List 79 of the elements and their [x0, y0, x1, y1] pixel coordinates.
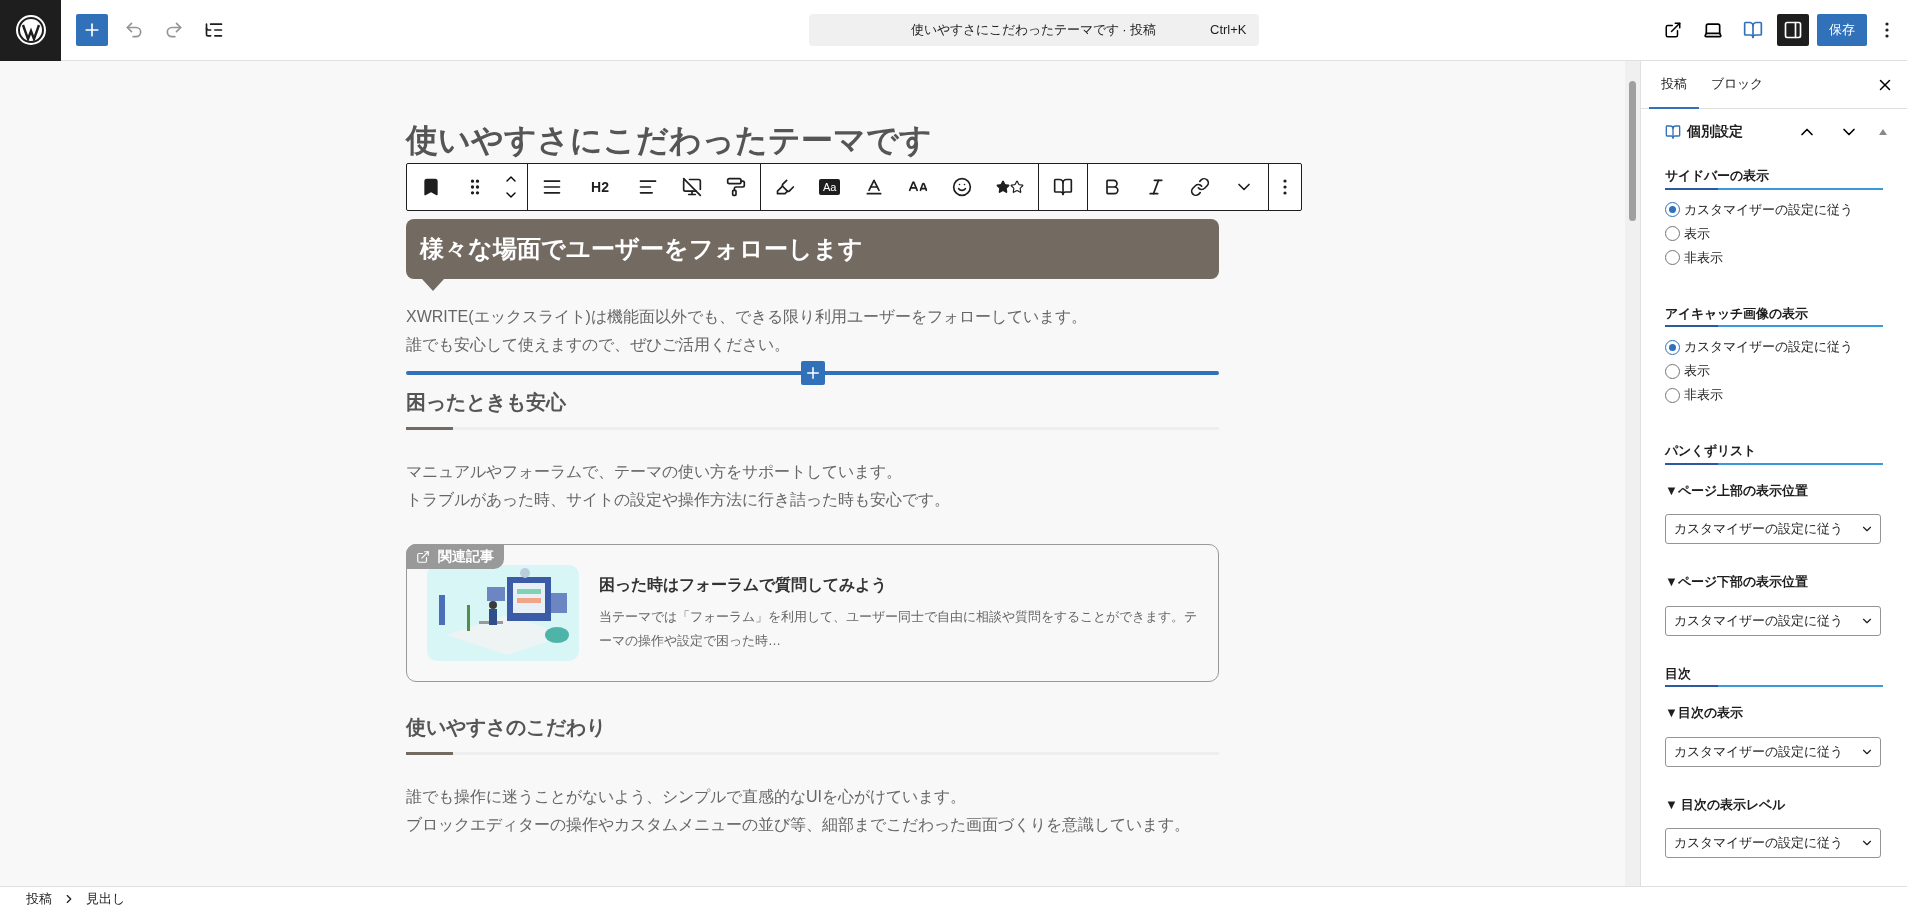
balloon-heading: 様々な場面でユーザーをフォローします	[406, 219, 1219, 279]
smiley-icon	[952, 177, 973, 197]
section-heading: 使いやすさのこだわり	[406, 715, 607, 740]
sidebar-icon	[1783, 20, 1803, 40]
radio-option[interactable]: 表示	[1665, 359, 1883, 383]
laptop-icon	[1703, 20, 1723, 40]
book-icon	[1053, 177, 1074, 197]
article-title: 困った時はフォーラムで質問してみよう	[599, 575, 888, 596]
radio-option[interactable]: 非表示	[1665, 383, 1883, 407]
article-excerpt: 当テーマでは「フォーラム」を利用して、ユーザー同士で自由に相談や質問をすることができます。テーマの操作や設定で困った時…	[599, 608, 1198, 650]
related-badge: 関連記事	[406, 544, 504, 569]
sidebar-tab[interactable]: ブロック	[1699, 60, 1775, 109]
add-block-button[interactable]	[800, 361, 825, 385]
section-title: アイキャッチ画像の表示	[1665, 304, 1809, 323]
hidden-device-icon	[682, 177, 702, 197]
field-label: ▼目次の表示	[1665, 704, 1744, 722]
text-style-label: Aa	[819, 178, 841, 196]
field-label: ▼ページ上部の表示位置	[1665, 481, 1809, 500]
select-field[interactable]: カスタマイザーの設定に従う	[1665, 828, 1881, 858]
paragraph-line: XWRITE(エックスライト)は機能面以外でも、できる限り利用ユーザーをフォローしています。	[406, 307, 1088, 327]
align-icon	[542, 177, 562, 197]
select-field[interactable]: カスタマイザーの設定に従う	[1665, 605, 1881, 636]
external-link-icon	[1664, 21, 1682, 39]
radio-label: 表示	[1684, 224, 1710, 243]
triangle-icon	[1879, 128, 1887, 135]
select-field[interactable]: カスタマイザーの設定に従う	[1665, 736, 1881, 767]
radio-label: カスタマイザーの設定に従う	[1684, 338, 1853, 357]
heading-level-button[interactable]: H2	[574, 164, 626, 210]
paint-roller-icon	[726, 177, 746, 197]
undo-icon	[124, 20, 144, 40]
more-options-icon	[1885, 22, 1889, 38]
section-heading: 困ったときも安心	[406, 390, 567, 415]
section-title: パンくずリスト	[1665, 442, 1757, 460]
paragraph-line: ブロックエディターの操作やカスタムメニューの並び等、細部までこだわった画面づくりを意識しています。	[406, 815, 1191, 835]
link-icon	[1190, 177, 1211, 197]
wordpress-logo[interactable]	[0, 0, 61, 61]
field-label: ▼ 目次の表示レベル	[1665, 795, 1787, 814]
radio-label: 非表示	[1684, 386, 1723, 405]
breadcrumb-item[interactable]: 投稿	[26, 888, 52, 909]
stars-icon	[996, 180, 1025, 194]
list-view-icon	[204, 20, 224, 40]
radio-option[interactable]: カスタマイザーの設定に従う	[1665, 197, 1883, 222]
radio-option[interactable]: 非表示	[1665, 245, 1883, 270]
section-title: 目次	[1665, 664, 1692, 683]
text-style-button[interactable]: Aa	[807, 164, 853, 210]
scrollbar[interactable]	[1625, 61, 1640, 886]
external-link-icon	[416, 549, 430, 564]
select-field[interactable]: カスタマイザーの設定に従う	[1665, 514, 1881, 544]
radio-label: 表示	[1684, 362, 1710, 381]
command-title: 使いやすさにこだわったテーマです · 投稿	[910, 21, 1157, 40]
post-title: 使いやすさにこだわったテーマです	[406, 121, 933, 160]
redo-icon	[164, 20, 184, 40]
paragraph-line: トラブルがあった時、サイトの設定や操作方法に行き詰った時も安心です。	[406, 490, 951, 510]
related-article-card[interactable]: 関連記事 困った時はフォーラムで質問してみよう 当テーマでは「フォーラム」を利用して、ユーザー同士で自由に相談や質問をすることができます。テーマの操作や設定で困った時…	[406, 544, 1219, 682]
panel-title: 個別設定	[1687, 122, 1743, 141]
paragraph-line: 誰でも操作に迷うことがないよう、シンプルで直感的なUIを心がけています。	[406, 787, 967, 807]
balloon-tail-icon	[422, 279, 444, 291]
book-icon	[1665, 123, 1681, 140]
radio-label: カスタマイザーの設定に従う	[1684, 200, 1853, 219]
radio-option[interactable]: 表示	[1665, 221, 1883, 246]
section-title: サイドバーの表示	[1665, 167, 1770, 185]
bookmark-icon	[421, 177, 441, 197]
command-bar[interactable]: 使いやすさにこだわったテーマです · 投稿 Ctrl+K	[808, 14, 1259, 46]
shortcut-label: Ctrl+K	[1210, 21, 1247, 40]
align-left-icon	[638, 177, 658, 197]
save-button[interactable]: 保存	[1817, 14, 1867, 46]
book-icon	[1743, 20, 1763, 40]
settings-sidebar-button[interactable]	[1777, 14, 1809, 46]
more-options-icon	[1283, 179, 1288, 195]
wordpress-icon	[14, 14, 47, 46]
paragraph-line: マニュアルやフォーラムで、テーマの使い方をサポートしています。	[406, 462, 903, 482]
field-label: ▼ページ下部の表示位置	[1665, 573, 1809, 591]
sidebar-tab[interactable]: 投稿	[1649, 60, 1699, 109]
add-block-button[interactable]	[76, 14, 108, 46]
radio-label: 非表示	[1684, 248, 1723, 267]
breadcrumb-item[interactable]: 見出し	[86, 888, 125, 909]
radio-option[interactable]: カスタマイザーの設定に従う	[1665, 335, 1883, 359]
highlighter-icon	[775, 177, 795, 197]
paragraph-line: 誰でも安心して使えますので、ぜひご活用ください。	[406, 335, 791, 355]
